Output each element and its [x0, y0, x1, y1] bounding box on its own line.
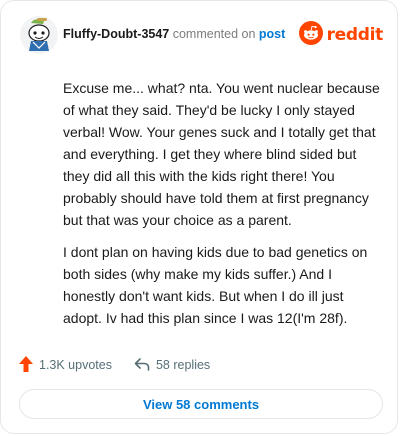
- comment-header: Fluffy-Doubt-3547 commented on post redd…: [19, 15, 383, 55]
- replies-button[interactable]: 58 replies: [134, 357, 210, 374]
- comment-actions: 1.3K upvotes 58 replies: [19, 355, 232, 375]
- comment-card: Fluffy-Doubt-3547 commented on post redd…: [0, 0, 398, 434]
- comment-paragraph: I dont plan on having kids due to bad ge…: [63, 244, 368, 326]
- reply-arrow-icon: [134, 357, 156, 374]
- reddit-wordmark: reddit: [326, 25, 384, 45]
- upvote-count: 1.3K upvotes: [39, 358, 112, 372]
- post-link[interactable]: post: [259, 27, 285, 41]
- view-comments-button[interactable]: View 58 comments: [19, 389, 383, 419]
- byline: Fluffy-Doubt-3547 commented on post: [63, 27, 285, 41]
- reply-count: 58 replies: [155, 358, 211, 372]
- snoo-avatar-icon[interactable]: [19, 15, 59, 55]
- reddit-logo-icon: [298, 20, 323, 50]
- upvote-button[interactable]: 1.3K upvotes: [19, 355, 112, 375]
- comment-paragraph: Excuse me... what? nta. You went nuclear…: [63, 80, 380, 228]
- upvote-arrow-icon: [19, 355, 39, 375]
- byline-action: commented on: [172, 27, 256, 41]
- reddit-brand[interactable]: reddit: [298, 20, 384, 50]
- comment-body: Excuse me... what? nta. You went nuclear…: [63, 77, 383, 339]
- username-link[interactable]: Fluffy-Doubt-3547: [63, 27, 169, 41]
